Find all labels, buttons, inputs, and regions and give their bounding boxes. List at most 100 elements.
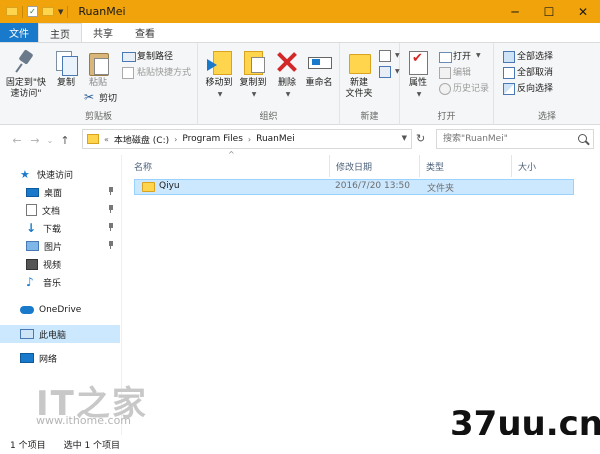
sidebar-item-pictures[interactable]: 图片	[0, 237, 120, 255]
quick-access-toolbar: ✓ ▼	[0, 5, 69, 18]
forward-button[interactable]: →	[26, 134, 44, 147]
select-none-button[interactable]: 全部取消	[502, 65, 553, 79]
folder-icon	[6, 7, 18, 16]
breadcrumb-separator[interactable]: ›	[174, 135, 177, 144]
status-bar: 1 个项目 选中 1 个项目	[0, 435, 600, 454]
open-button[interactable]: 打开 ▼	[438, 49, 481, 63]
properties-quick-icon[interactable]: ✓	[27, 6, 38, 17]
sidebar-item-label: 下载	[43, 224, 62, 235]
select-group: 全部选择 全部取消 反向选择 选择	[494, 43, 600, 125]
breadcrumb-overflow[interactable]: «	[104, 135, 109, 144]
ribbon: 固定到"快 速访问" 复制 粘贴 复制路径 粘贴快捷方式 剪切 剪贴板 移动到 …	[0, 43, 600, 125]
paste-icon	[85, 49, 111, 76]
tab-file[interactable]: 文件	[0, 23, 38, 42]
search-icon	[578, 134, 587, 143]
breadcrumb-ruanmei[interactable]: RuanMei	[256, 134, 295, 144]
minimize-button[interactable]: ─	[498, 0, 532, 23]
edit-button[interactable]: 编辑	[438, 65, 471, 79]
copy-path-icon	[122, 50, 136, 62]
cut-label: 剪切	[99, 94, 118, 104]
new-group-label: 新建	[360, 112, 379, 122]
select-all-button[interactable]: 全部选择	[502, 49, 553, 63]
search-input[interactable]	[436, 129, 594, 149]
copy-path-button[interactable]: 复制路径	[122, 49, 173, 62]
pin-icon[interactable]	[108, 205, 114, 213]
pin-icon[interactable]	[108, 223, 114, 231]
sidebar-item-videos[interactable]: 视频	[0, 255, 120, 273]
paste-button[interactable]: 粘贴	[84, 49, 112, 89]
new-folder-quick-icon[interactable]	[42, 7, 54, 16]
sidebar-item-documents[interactable]: 文档	[0, 201, 120, 219]
column-header-size[interactable]: 大小	[512, 155, 574, 177]
back-button[interactable]: ←	[8, 134, 26, 147]
rename-label: 重命名	[305, 78, 333, 88]
toolbar-divider	[22, 5, 23, 18]
breadcrumb-local-disk[interactable]: 本地磁盘 (C:)	[114, 133, 169, 146]
new-group: 新建 文件夹 ▼ ▼ 新建	[340, 43, 400, 125]
delete-button[interactable]: 删除 ▼	[274, 49, 300, 100]
sidebar-item-music[interactable]: ♪ 音乐	[0, 273, 120, 291]
download-icon: ↓	[26, 221, 37, 235]
maximize-button[interactable]: ☐	[532, 0, 566, 23]
tab-view[interactable]: 查看	[124, 23, 166, 42]
history-button[interactable]: 历史记录	[438, 81, 489, 95]
sidebar-item-downloads[interactable]: ↓ 下载	[0, 219, 120, 237]
address-bar[interactable]: « 本地磁盘 (C:) › Program Files › RuanMei ▼	[82, 129, 412, 149]
recent-locations-chevron-icon[interactable]: ⌄	[44, 136, 56, 145]
copy-button[interactable]: 复制	[52, 49, 80, 89]
paste-shortcut-button[interactable]: 粘贴快捷方式	[122, 65, 191, 79]
pictures-icon	[26, 241, 39, 251]
breadcrumb-program-files[interactable]: Program Files	[182, 134, 243, 144]
column-header-date-modified[interactable]: 修改日期	[330, 155, 420, 177]
sidebar-item-onedrive[interactable]: OneDrive	[0, 301, 120, 319]
column-header-type[interactable]: 类型	[420, 155, 512, 177]
table-row[interactable]: Qiyu 2016/7/20 13:50 文件夹	[134, 179, 574, 195]
open-icon	[438, 50, 452, 63]
invert-selection-button[interactable]: 反向选择	[502, 81, 553, 95]
sidebar-item-quick-access[interactable]: ★ 快速访问	[0, 165, 120, 183]
move-to-label: 移动到	[205, 78, 233, 88]
properties-button[interactable]: 属性 ▼	[404, 49, 432, 100]
scissors-icon	[84, 90, 96, 104]
navigation-bar: ← → ⌄ ↑ « 本地磁盘 (C:) › Program Files › Ru…	[0, 125, 600, 155]
file-modified: 2016/7/20 13:50	[335, 181, 410, 191]
sidebar-item-this-pc[interactable]: 此电脑	[0, 325, 120, 343]
new-item-chevron-down-icon: ▼	[395, 51, 400, 59]
window-controls: ─ ☐ ✕	[498, 0, 600, 23]
documents-icon	[26, 204, 37, 216]
copy-to-icon	[240, 49, 266, 75]
refresh-button[interactable]: ↻	[416, 132, 425, 145]
pin-to-quick-access-button[interactable]: 固定到"快 速访问"	[4, 49, 48, 100]
folder-icon	[87, 134, 99, 144]
copy-to-button[interactable]: 复制到 ▼	[236, 49, 270, 100]
column-header-name[interactable]: 名称	[128, 155, 330, 177]
computer-icon	[20, 329, 34, 339]
easy-access-chevron-down-icon: ▼	[395, 67, 400, 75]
open-chevron-down-icon: ▼	[476, 52, 481, 59]
cut-button[interactable]: 剪切	[84, 90, 118, 105]
network-icon	[20, 353, 34, 363]
breadcrumb-separator[interactable]: ›	[248, 135, 251, 144]
ithome-url: www.ithome.com	[36, 414, 132, 427]
sidebar-item-network[interactable]: 网络	[0, 349, 120, 367]
folder-icon	[142, 182, 155, 192]
sidebar-item-label: 文档	[42, 206, 61, 217]
sidebar-item-desktop[interactable]: 桌面	[0, 183, 120, 201]
pin-icon	[13, 49, 39, 75]
easy-access-icon	[378, 65, 391, 78]
address-history-chevron-down-icon[interactable]: ▼	[402, 134, 407, 142]
new-folder-button[interactable]: 新建 文件夹	[342, 49, 376, 100]
move-to-button[interactable]: 移动到 ▼	[202, 49, 236, 100]
file-type: 文件夹	[427, 184, 455, 194]
tab-home[interactable]: 主页	[38, 23, 82, 42]
easy-access-button[interactable]: ▼	[378, 65, 400, 78]
tab-share[interactable]: 共享	[82, 23, 124, 42]
close-button[interactable]: ✕	[566, 0, 600, 23]
pin-icon[interactable]	[108, 241, 114, 249]
pin-icon[interactable]	[108, 187, 114, 195]
rename-button[interactable]: 重命名	[302, 49, 336, 89]
sidebar-item-label: 图片	[44, 242, 63, 253]
up-button[interactable]: ↑	[56, 134, 74, 147]
new-item-button[interactable]: ▼	[378, 49, 400, 62]
customize-toolbar-chevron-icon[interactable]: ▼	[58, 8, 63, 16]
